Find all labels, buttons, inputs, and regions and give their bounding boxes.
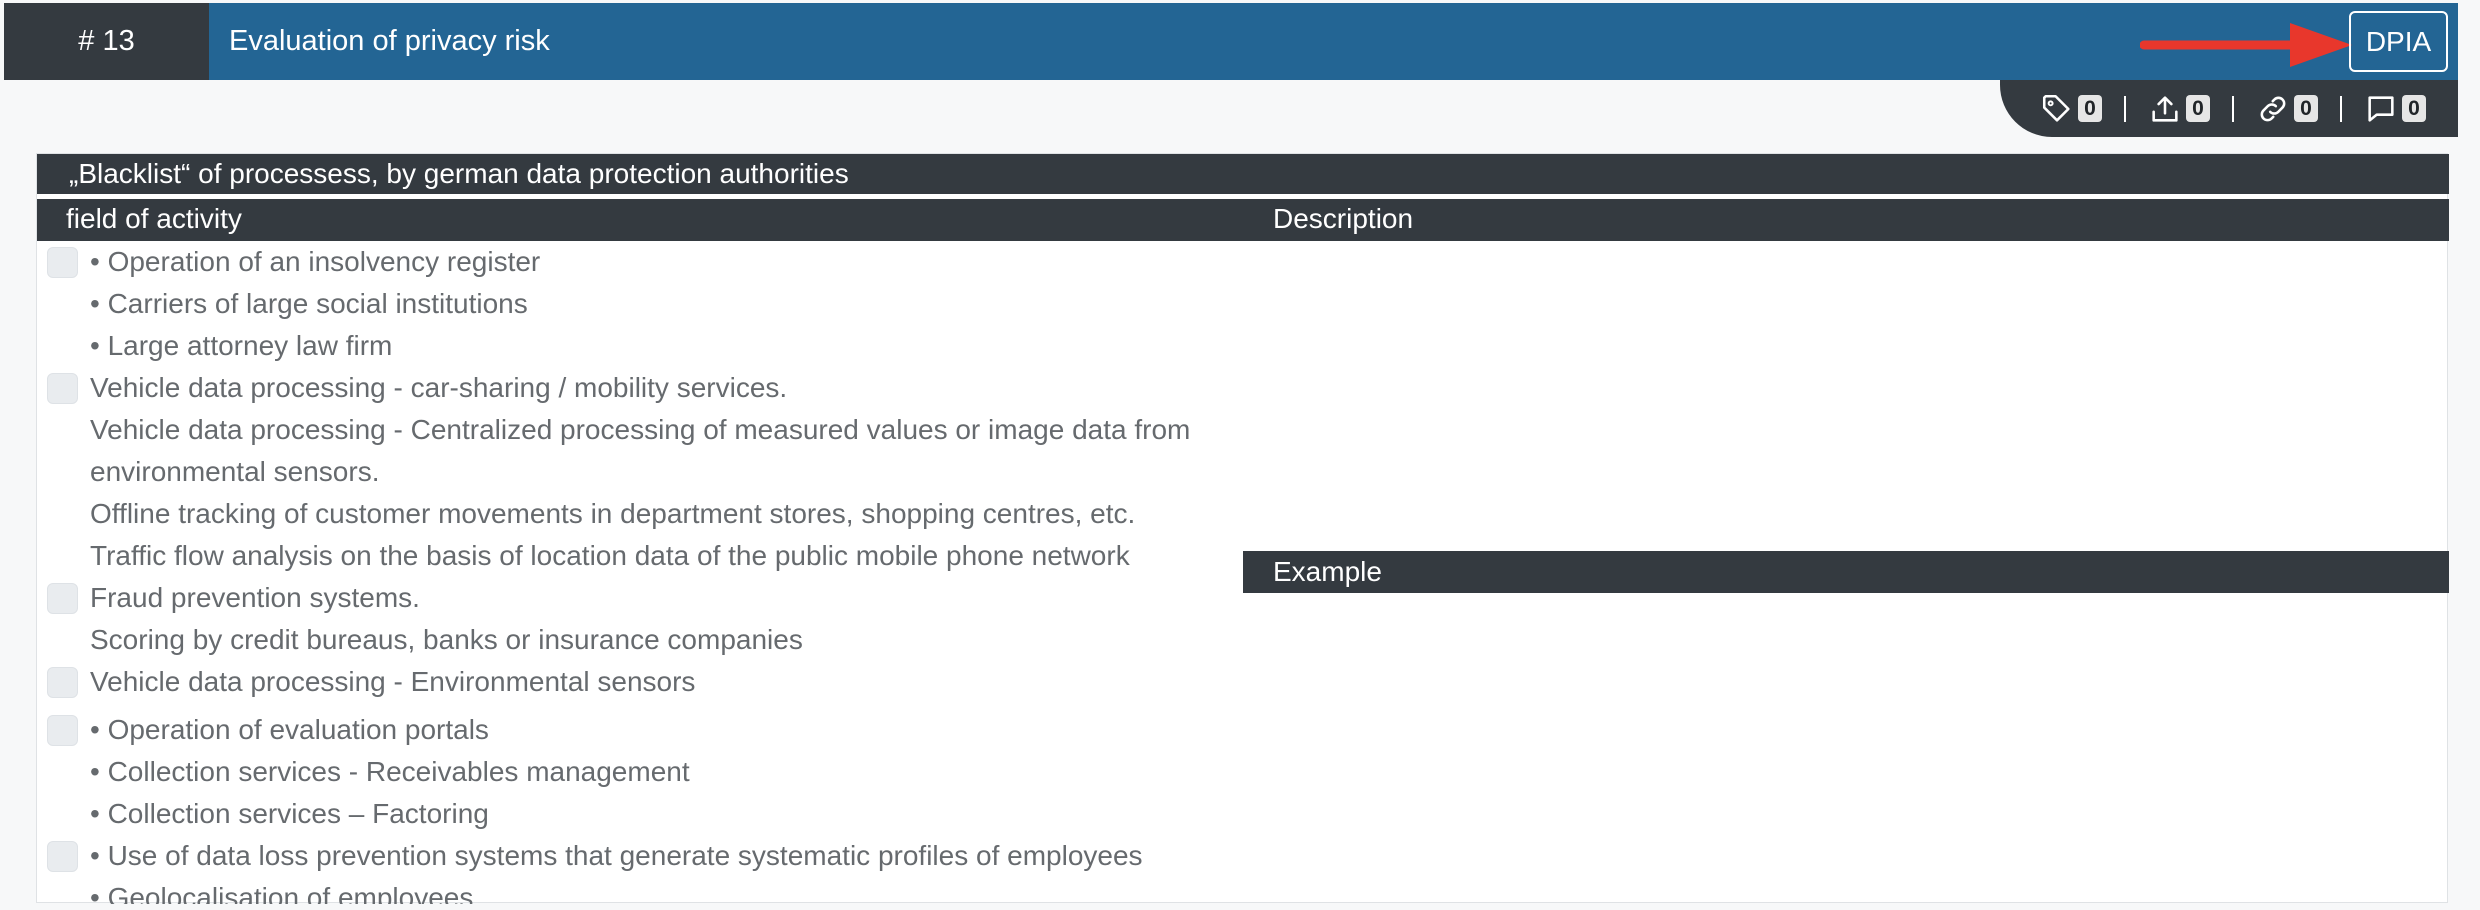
- annotation-arrow-icon: [2140, 23, 2352, 67]
- section-number: # 13: [4, 3, 209, 80]
- activity-group: • Operation of an insolvency register • …: [37, 241, 1247, 367]
- activity-checkbox[interactable]: [47, 841, 78, 872]
- activity-line: Fraud prevention systems.: [90, 582, 420, 613]
- activity-list: • Operation of an insolvency register • …: [37, 241, 1247, 904]
- column-header-field: field of activity: [66, 203, 242, 234]
- column-headers: field of activity Description: [37, 199, 2449, 241]
- dpia-button[interactable]: DPIA: [2349, 11, 2448, 72]
- uploads-count-badge: 0: [2186, 95, 2210, 122]
- tags-counter[interactable]: 0: [2040, 92, 2102, 126]
- table-title: „Blacklist“ of processess, by german dat…: [37, 154, 2449, 194]
- activity-checkbox[interactable]: [47, 373, 78, 404]
- activity-line: • Large attorney law firm: [90, 330, 393, 361]
- page-root: # 13 Evaluation of privacy risk DPIA 0 0: [0, 0, 2480, 910]
- uploads-counter[interactable]: 0: [2148, 92, 2210, 126]
- comments-counter[interactable]: 0: [2364, 92, 2426, 126]
- activity-line: Traffic flow analysis on the basis of lo…: [90, 540, 1130, 571]
- activity-line: • Carriers of large social institutions: [90, 288, 528, 319]
- activity-line: Scoring by credit bureaus, banks or insu…: [90, 624, 803, 655]
- activity-checkbox[interactable]: [47, 667, 78, 698]
- activity-group: • Operation of evaluation portals • Coll…: [37, 709, 1247, 835]
- activity-group: Vehicle data processing - car-sharing / …: [37, 367, 1247, 577]
- upload-icon: [2152, 95, 2178, 122]
- activity-checkbox[interactable]: [47, 715, 78, 746]
- comments-count-badge: 0: [2402, 95, 2426, 122]
- activity-line: Vehicle data processing - Environmental …: [90, 666, 696, 697]
- counter-divider: [2340, 95, 2342, 122]
- activity-line: • Collection services - Receivables mana…: [90, 756, 690, 787]
- counters-bar: 0 0 0 0: [2000, 80, 2458, 137]
- activity-line: Vehicle data processing - Centralized pr…: [90, 414, 1191, 487]
- comment-icon: [2368, 95, 2394, 122]
- tags-count-badge: 0: [2078, 95, 2102, 122]
- activity-line: • Geolocalisation of employees: [90, 882, 474, 904]
- activity-line: Vehicle data processing - car-sharing / …: [90, 372, 788, 403]
- column-header-description: Description: [1273, 203, 1414, 234]
- tag-icon: [2042, 94, 2070, 122]
- links-counter[interactable]: 0: [2256, 92, 2318, 126]
- blacklist-card: „Blacklist“ of processess, by german dat…: [36, 153, 2449, 904]
- section-header: # 13 Evaluation of privacy risk DPIA: [4, 3, 2458, 80]
- activity-checkbox[interactable]: [47, 247, 78, 278]
- counter-divider: [2124, 95, 2126, 122]
- activity-line: • Collection services – Factoring: [90, 798, 489, 829]
- section-title: Evaluation of privacy risk: [229, 25, 550, 57]
- activity-group: Vehicle data processing - Environmental …: [37, 661, 1247, 703]
- link-icon: [2260, 96, 2286, 121]
- activity-line: • Use of data loss prevention systems th…: [90, 840, 1143, 871]
- links-count-badge: 0: [2294, 95, 2318, 122]
- example-header: Example: [1243, 551, 2449, 593]
- activity-group: Fraud prevention systems. Scoring by cre…: [37, 577, 1247, 661]
- activity-line: • Operation of evaluation portals: [90, 714, 489, 745]
- activity-line: Offline tracking of customer movements i…: [90, 498, 1136, 529]
- activity-checkbox[interactable]: [47, 583, 78, 614]
- activity-group: • Use of data loss prevention systems th…: [37, 835, 1247, 904]
- counter-divider: [2232, 95, 2234, 122]
- activity-line: • Operation of an insolvency register: [90, 246, 541, 277]
